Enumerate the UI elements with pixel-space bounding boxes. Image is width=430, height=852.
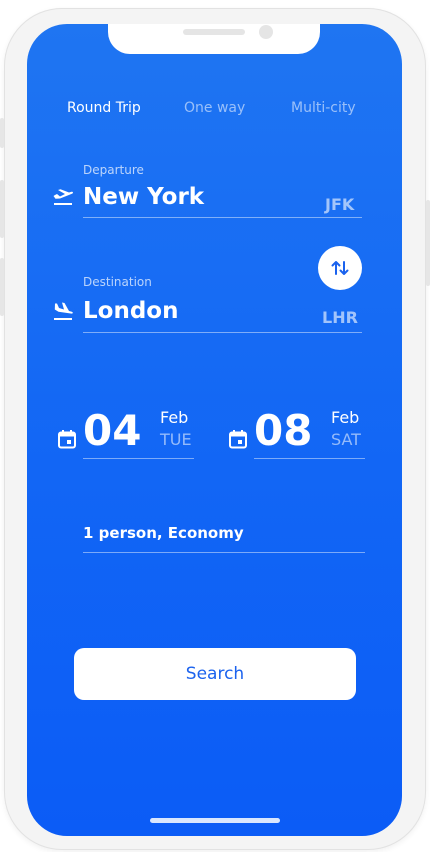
departure-underline xyxy=(83,217,362,218)
destination-city: London xyxy=(83,298,179,324)
return-weekday: SAT xyxy=(331,430,361,449)
phone-side-button xyxy=(0,258,4,316)
tab-multi-city[interactable]: Multi-city xyxy=(291,100,356,116)
destination-code: LHR xyxy=(322,308,358,327)
plane-takeoff-icon xyxy=(52,188,74,212)
calendar-icon xyxy=(228,429,248,453)
speaker-grille xyxy=(183,29,245,35)
destination-label: Destination xyxy=(83,275,152,289)
return-date-underline xyxy=(254,458,365,459)
depart-weekday: TUE xyxy=(160,430,192,449)
passengers-class-selector[interactable]: 1 person, Economy xyxy=(83,524,244,542)
departure-label: Departure xyxy=(83,163,144,177)
tab-one-way[interactable]: One way xyxy=(184,100,245,116)
phone-side-button xyxy=(0,118,4,148)
search-button[interactable]: Search xyxy=(74,648,356,700)
trip-type-tabs: Round Trip One way Multi-city xyxy=(27,100,402,120)
passengers-underline xyxy=(83,552,365,553)
calendar-icon xyxy=(57,429,77,453)
depart-month: Feb xyxy=(160,408,189,427)
phone-notch xyxy=(108,24,320,54)
return-day: 08 xyxy=(254,406,313,455)
depart-date-underline xyxy=(83,458,194,459)
plane-landing-icon xyxy=(52,302,74,326)
tab-round-trip[interactable]: Round Trip xyxy=(67,100,141,116)
swap-vertical-icon xyxy=(330,258,350,282)
return-month: Feb xyxy=(331,408,360,427)
depart-day: 04 xyxy=(83,406,142,455)
departure-code: JFK xyxy=(325,195,355,214)
departure-city: New York xyxy=(83,184,205,210)
swap-button[interactable] xyxy=(318,246,362,290)
phone-side-button xyxy=(426,200,430,286)
home-indicator[interactable] xyxy=(150,818,280,823)
destination-underline xyxy=(83,332,362,333)
phone-side-button xyxy=(0,180,4,238)
front-camera xyxy=(259,25,273,39)
app-screen: Round Trip One way Multi-city Departure … xyxy=(27,24,402,836)
